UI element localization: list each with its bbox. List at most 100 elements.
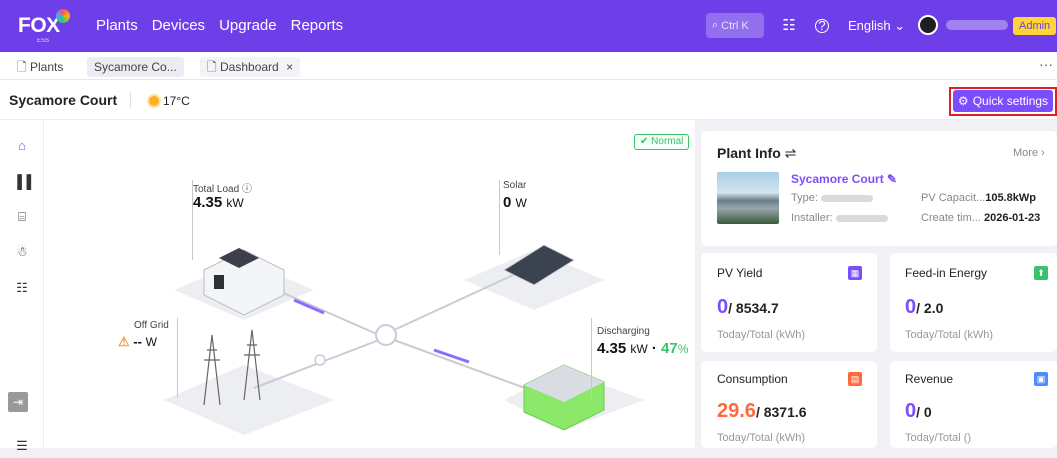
- total-value: / 8534.7: [728, 300, 779, 316]
- grid-warning-icon: ⚠: [118, 334, 130, 349]
- chat-icon[interactable]: ☷: [780, 17, 798, 35]
- unit-text: W: [145, 335, 157, 349]
- today-value: 0: [905, 296, 917, 318]
- tab-dashboard[interactable]: 🗋 Dashboard ×: [200, 57, 301, 77]
- logo-sub: ESS: [37, 38, 50, 44]
- tab-sycamore[interactable]: Sycamore Co...: [87, 57, 184, 77]
- document-icon[interactable]: ☷: [0, 276, 44, 300]
- solar-line: [393, 269, 525, 331]
- temperature: 17°C: [163, 94, 190, 108]
- search-shortcut: Ctrl K: [721, 19, 749, 32]
- sun-icon: [149, 96, 159, 106]
- tab-label: Plants: [30, 60, 64, 74]
- swap-icon[interactable]: ⇌: [785, 145, 797, 161]
- consumption-value: 29.6/ 8371.6: [717, 400, 807, 423]
- hub-node: [375, 324, 397, 346]
- bug-icon[interactable]: ☃: [0, 240, 44, 264]
- value-text: 4.35: [193, 194, 223, 211]
- title-text: Plant Info: [717, 145, 781, 161]
- today-value: 0: [717, 296, 729, 318]
- load-flow-dash: [293, 298, 325, 315]
- language-label: English: [848, 18, 891, 33]
- tab-plants[interactable]: 🗋 Plants: [10, 57, 70, 77]
- chevron-right-icon: ›: [1041, 147, 1045, 159]
- pv-capacity-value: 105.8kWp: [985, 192, 1036, 204]
- value-text: --: [133, 334, 142, 349]
- battery-label: Discharging: [597, 326, 650, 337]
- pv-capacity: PV Capacit...105.8kWp: [921, 192, 1036, 204]
- close-icon[interactable]: ×: [286, 60, 293, 74]
- user-name-blurred: [946, 20, 1008, 30]
- today-value: 0: [905, 400, 917, 422]
- avatar[interactable]: [918, 15, 938, 35]
- fox-logo[interactable]: FOX: [18, 14, 60, 38]
- more-text: More: [1013, 147, 1039, 159]
- pv-yield-icon: ▦: [848, 266, 862, 280]
- grid-pointer: [177, 318, 178, 398]
- plant-photo: [717, 172, 779, 224]
- language-select[interactable]: English ⌄: [848, 18, 905, 34]
- card-title: Revenue: [905, 372, 954, 386]
- nav-upgrade[interactable]: Upgrade: [219, 17, 277, 34]
- total-load-label: Total Load ⓘ: [193, 180, 252, 195]
- chart-icon[interactable]: ▐▐: [0, 170, 44, 194]
- edit-icon[interactable]: ✎: [887, 172, 897, 186]
- solar-label: Solar: [503, 180, 527, 191]
- highlight-box: [949, 87, 1057, 116]
- page-title: Sycamore Court: [9, 92, 118, 108]
- chevron-down-icon: ⌄: [894, 18, 906, 33]
- revenue-icon: ▣: [1034, 372, 1048, 386]
- create-time-value: 2026-01-23: [983, 212, 1041, 224]
- logo-mark-icon: [56, 9, 70, 23]
- revenue-value: 0/ 0: [905, 400, 932, 423]
- page-icon: 🗋: [17, 60, 27, 74]
- role-badge: Admin: [1013, 17, 1057, 35]
- card-sub: Today/Total (kWh): [717, 329, 806, 341]
- feed-in-value: 0/ 2.0: [905, 296, 943, 319]
- separator: ·: [651, 340, 657, 357]
- grid-platform: [164, 365, 334, 435]
- weather: 17°C: [149, 94, 190, 108]
- tab-label: Sycamore Co...: [94, 60, 177, 74]
- nav-devices[interactable]: Devices: [152, 17, 205, 34]
- status-badge: ✔ Normal: [634, 134, 690, 150]
- pv-yield-value: 0/ 8534.7: [717, 296, 779, 319]
- total-value: / 2.0: [916, 300, 944, 316]
- energy-flow-diagram: [164, 244, 644, 435]
- more-icon[interactable]: ···: [1039, 56, 1053, 72]
- create-time: Create tim... 2026-01-23: [921, 212, 1040, 224]
- total-value: / 8371.6: [755, 404, 807, 420]
- collapse-sidebar-icon[interactable]: ⇥: [8, 392, 28, 412]
- solar-value: 0 W: [503, 194, 527, 211]
- plant-info-title: Plant Info ⇌: [717, 145, 796, 162]
- status-text: Normal: [651, 136, 684, 147]
- search-button[interactable]: ⌕ Ctrl K: [706, 13, 764, 38]
- unit-text: W: [515, 196, 527, 210]
- installer-value-blurred: [835, 214, 888, 222]
- value-text: 4.35: [597, 340, 627, 357]
- list-icon[interactable]: ☰: [0, 434, 44, 458]
- battery-line: [393, 339, 545, 396]
- solar-pointer: [499, 180, 500, 255]
- nav-reports[interactable]: Reports: [291, 17, 344, 34]
- off-grid-value: ⚠ -- W: [118, 334, 157, 350]
- nav-plants[interactable]: Plants: [96, 17, 138, 34]
- consumption-icon: ▤: [848, 372, 862, 386]
- card-title: Consumption: [717, 372, 788, 386]
- message-icon[interactable]: ⌸: [0, 205, 44, 229]
- energy-flow-panel: [44, 120, 695, 448]
- plant-info-more[interactable]: More ›: [1013, 147, 1045, 159]
- plant-name: Sycamore Court ✎: [791, 172, 897, 186]
- unit-text: kW: [226, 196, 244, 210]
- help-icon[interactable]: ?: [815, 19, 829, 33]
- card-sub: Today/Total (): [905, 432, 972, 444]
- total-value: / 0: [916, 404, 932, 420]
- tab-bar: 🗋 Plants Sycamore Co... 🗋 Dashboard × ··…: [0, 52, 1057, 80]
- type-label: Type:: [791, 192, 818, 204]
- divider: [130, 92, 131, 108]
- home-icon[interactable]: ⌂: [0, 134, 44, 158]
- today-value: 29.6: [717, 400, 756, 422]
- building-door: [214, 275, 224, 289]
- battery-value: 4.35 kW · 47%: [597, 340, 688, 357]
- soc-value: 47: [661, 340, 678, 357]
